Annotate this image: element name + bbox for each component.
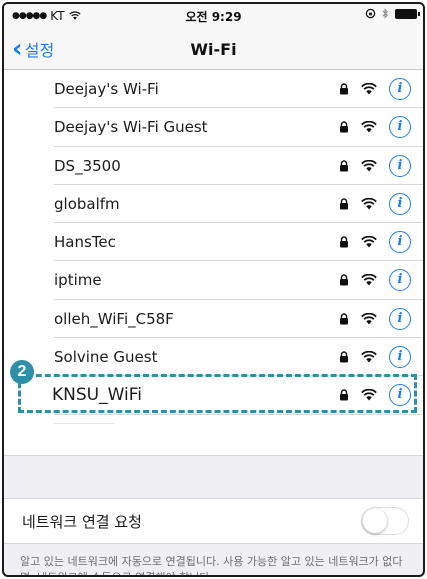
wifi-signal-icon — [361, 351, 377, 363]
info-icon[interactable]: i — [389, 307, 411, 330]
info-icon[interactable]: i — [389, 384, 411, 407]
lock-icon — [340, 236, 348, 248]
network-status-icons: i — [339, 346, 411, 369]
network-row[interactable]: globalfm i — [4, 185, 423, 224]
network-status-icons: i — [339, 154, 411, 177]
ask-to-join-row: 네트워크 연결 요청 — [4, 497, 423, 544]
ask-to-join-label: 네트워크 연결 요청 — [22, 512, 142, 531]
network-row[interactable]: KNSU_WiFi i — [4, 376, 423, 415]
info-icon[interactable]: i — [389, 116, 411, 139]
network-name: DS_3500 — [54, 156, 121, 175]
network-name: KNSU_WiFi — [52, 385, 143, 406]
network-name: Deejay's Wi-Fi Guest — [54, 118, 208, 137]
wifi-signal-icon — [361, 236, 377, 248]
clock: 오전 9:29 — [185, 10, 242, 24]
wifi-signal-icon — [361, 83, 377, 95]
network-name: iptime — [54, 271, 102, 290]
network-row[interactable]: Deejay's Wi-Fi i — [4, 70, 423, 109]
navigation-bar: ‹ 설정 Wi-Fi — [4, 28, 423, 70]
lock-icon — [340, 83, 348, 95]
network-status-icons: i — [339, 116, 411, 139]
bluetooth-icon — [382, 8, 388, 19]
network-list: Deejay's Wi-Fi i Deejay's Wi-Fi Guest i DS_3… — [4, 70, 423, 415]
info-icon[interactable]: i — [389, 192, 411, 215]
network-name: Deejay's Wi-Fi — [54, 80, 159, 98]
network-status-icons: i — [339, 384, 411, 407]
network-status-icons: i — [339, 192, 411, 215]
section-gap — [4, 454, 423, 498]
wifi-signal-icon — [361, 121, 377, 133]
lock-icon — [340, 159, 348, 172]
network-row[interactable]: HansTec i — [4, 223, 423, 262]
wifi-signal-icon — [361, 389, 377, 401]
info-icon[interactable]: i — [389, 346, 411, 369]
wifi-signal-icon — [361, 197, 377, 210]
info-icon[interactable]: i — [389, 231, 411, 254]
step-badge: 2 — [10, 360, 34, 384]
lock-icon — [340, 198, 348, 210]
lock-icon — [340, 274, 348, 286]
network-name: olleh_WiFi_C58F — [54, 309, 174, 328]
network-row[interactable]: olleh_WiFi_C58F i — [4, 300, 423, 339]
battery-icon — [395, 8, 420, 19]
network-status-icons: i — [339, 307, 411, 330]
ask-to-join-toggle[interactable] — [361, 506, 409, 535]
lock-icon — [340, 121, 348, 133]
lock-icon — [340, 389, 348, 401]
status-bar: ●●●●● KT 오전 9:29 — [4, 4, 423, 28]
network-status-icons: i — [339, 78, 411, 100]
lock-icon — [340, 351, 348, 363]
page-title: Wi-Fi — [190, 40, 237, 59]
wifi-signal-icon — [361, 312, 377, 325]
info-icon[interactable]: i — [389, 78, 411, 100]
ask-to-join-description: 알고 있는 네트워크에 자동으로 연결됩니다. 사용 가능한 알고 있는 네트워… — [20, 554, 403, 575]
wifi-signal-icon — [361, 274, 377, 286]
other-network-row[interactable] — [4, 414, 423, 455]
network-status-icons: i — [339, 269, 411, 292]
network-name: HansTec — [54, 233, 116, 252]
status-right — [365, 8, 420, 19]
info-icon[interactable]: i — [389, 269, 411, 292]
other-network-placeholder — [54, 422, 114, 424]
network-row[interactable]: iptime i — [4, 261, 423, 300]
phone-screen: ●●●●● KT 오전 9:29 ‹ 설정 Wi-Fi Deejay's Wi-… — [2, 2, 425, 577]
network-status-icons: i — [339, 231, 411, 254]
info-icon[interactable]: i — [389, 154, 411, 177]
network-name: Solvine Guest — [54, 348, 158, 367]
lock-icon — [340, 313, 348, 325]
network-row[interactable]: DS_3500 i — [4, 147, 423, 185]
wifi-signal-icon — [361, 159, 377, 172]
network-name: globalfm — [54, 194, 120, 213]
toggle-knob — [363, 508, 387, 533]
orientation-lock-icon — [365, 8, 376, 19]
network-row[interactable]: Deejay's Wi-Fi Guest i — [4, 108, 423, 147]
network-row[interactable]: Solvine Guest i — [4, 338, 423, 377]
